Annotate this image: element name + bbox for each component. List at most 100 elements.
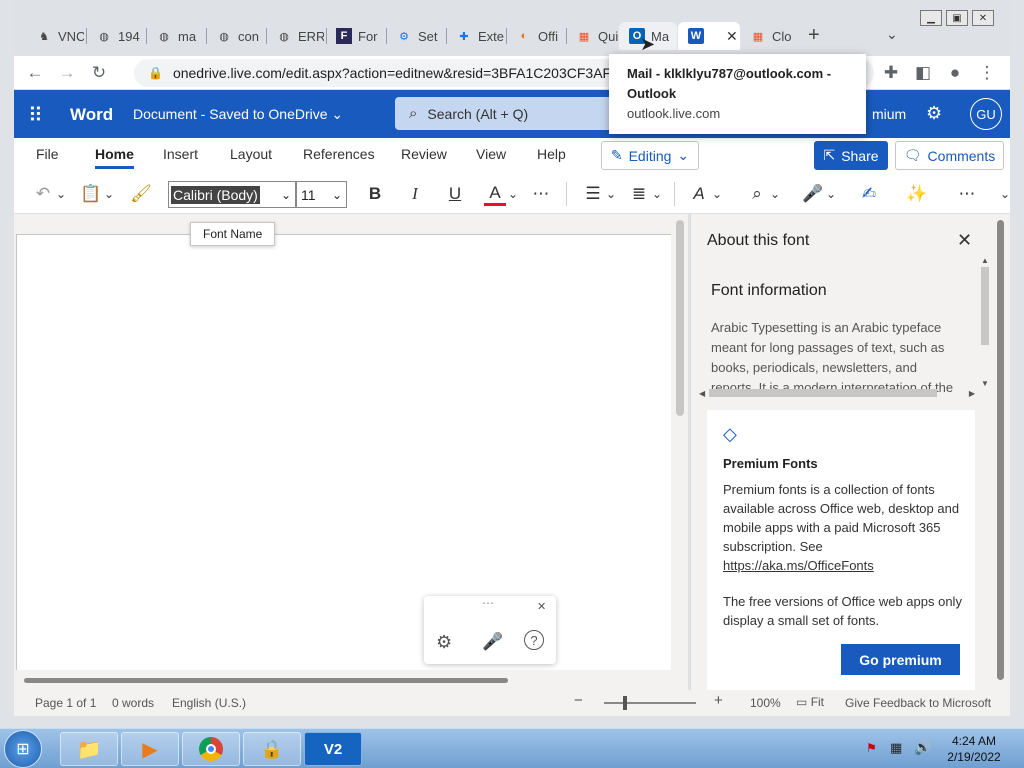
format-painter-icon[interactable]: 🖌 [130, 182, 152, 206]
comments-button[interactable]: 🗨 Comments [895, 141, 1004, 170]
tab-insert[interactable]: Insert [163, 146, 198, 162]
new-tab-button[interactable]: + [808, 24, 820, 47]
browser-tab[interactable]: ▦ Clo [740, 22, 798, 50]
bold-icon[interactable]: B [364, 182, 386, 206]
drag-handle-icon[interactable]: ⋯ [482, 596, 494, 610]
tab-home[interactable]: Home [95, 146, 134, 169]
search-input[interactable]: ⌕ Search (Alt + Q) [395, 97, 625, 130]
maximize-icon[interactable]: ▣ [946, 10, 968, 26]
bullets-icon[interactable]: ☰ [582, 182, 604, 206]
tab-references[interactable]: References [303, 146, 375, 162]
app-launcher-icon[interactable]: ⠿ [28, 103, 43, 128]
designer-icon[interactable]: ✨ [906, 182, 928, 206]
pane-horizontal-scrollbar[interactable]: ◀ ▶ [699, 388, 975, 398]
browser-tab[interactable]: ♞ VNC [26, 22, 84, 50]
profile-icon[interactable]: ● [944, 62, 966, 84]
system-clock[interactable]: 4:24 AM 2/19/2022 [944, 733, 1004, 765]
browser-tab[interactable]: ◍ ERR [266, 22, 324, 50]
tab-help[interactable]: Help [537, 146, 566, 162]
reload-icon[interactable]: ↻ [88, 62, 110, 84]
underline-icon[interactable]: U [444, 182, 466, 206]
browser-tab[interactable]: ⚙ Set [386, 22, 444, 50]
document-page[interactable] [16, 234, 671, 670]
tab-file[interactable]: File [36, 146, 59, 162]
fit-button[interactable]: ▭ Fit [796, 695, 824, 709]
pane-scrollbar[interactable] [997, 220, 1004, 680]
extensions-icon[interactable]: ✚ [880, 62, 902, 84]
scroll-thumb[interactable] [981, 267, 989, 345]
browser-tab[interactable]: ◍ ma [146, 22, 204, 50]
side-panel-icon[interactable]: ◧ [912, 62, 934, 84]
browser-tab[interactable]: ✚ Exte [446, 22, 504, 50]
tab-review[interactable]: Review [401, 146, 447, 162]
browser-tab[interactable]: F For [326, 22, 384, 50]
premium-label[interactable]: mium [872, 106, 906, 122]
zoom-slider[interactable] [604, 702, 696, 704]
document-title[interactable]: Document - Saved to OneDrive ⌄ [133, 106, 343, 123]
browser-tab[interactable]: ◍ 194 [86, 22, 144, 50]
close-pane-icon[interactable]: ✕ [957, 230, 972, 251]
undo-icon[interactable]: ↶ [32, 182, 54, 206]
tab-view[interactable]: View [476, 146, 506, 162]
tab-layout[interactable]: Layout [230, 146, 272, 162]
media-player-taskbar-icon[interactable]: ▶ [121, 732, 179, 766]
scroll-up-icon[interactable]: ▲ [981, 256, 989, 265]
align-icon[interactable]: ≣ [628, 182, 650, 206]
font-name-combobox[interactable]: Calibri (Body) ⌄ [168, 181, 296, 208]
back-icon[interactable]: ← [24, 62, 46, 84]
scroll-left-icon[interactable]: ◀ [699, 389, 705, 398]
vnc-taskbar-icon[interactable]: V2 [304, 732, 362, 766]
go-premium-button[interactable]: Go premium [841, 644, 960, 675]
settings-gear-icon[interactable]: ⚙ [436, 632, 452, 653]
chevron-down-icon[interactable]: ⌄ [650, 182, 664, 206]
close-icon[interactable]: ✕ [726, 28, 738, 45]
app-name[interactable]: Word [70, 105, 113, 125]
styles-icon[interactable]: A [688, 182, 710, 206]
chevron-down-icon[interactable]: ⌄ [998, 182, 1012, 206]
start-button[interactable]: ⊞ [4, 730, 42, 768]
pane-inner-scrollbar[interactable]: ▲ ▼ [981, 256, 989, 396]
office-fonts-link[interactable]: https://aka.ms/OfficeFonts [723, 556, 967, 575]
chevron-down-icon[interactable]: ⌄ [604, 182, 618, 206]
more-options-icon[interactable]: ⋯ [530, 182, 552, 206]
share-button[interactable]: ⇱ Share [814, 141, 888, 170]
volume-icon[interactable]: 🔊 [914, 739, 931, 756]
chrome-taskbar-icon[interactable] [182, 732, 240, 766]
explorer-taskbar-icon[interactable]: 📁 [60, 732, 118, 766]
chevron-down-icon[interactable]: ⌄ [54, 182, 68, 206]
chevron-down-icon[interactable]: ⌄ [506, 182, 520, 206]
help-icon[interactable]: ? [524, 630, 544, 650]
tab-search-chevron-icon[interactable]: ⌄ [886, 26, 898, 43]
browser-tab[interactable]: ◍ con [206, 22, 264, 50]
user-avatar[interactable]: GU [970, 98, 1002, 130]
browser-tab[interactable]: ▦ Qui [566, 22, 624, 50]
more-ribbon-icon[interactable]: ⋯ [956, 182, 978, 206]
zoom-out-icon[interactable]: − [574, 692, 583, 709]
horizontal-scrollbar[interactable] [24, 678, 508, 683]
editing-mode-button[interactable]: ✎ Editing ⌄ [601, 141, 699, 170]
vertical-scrollbar[interactable] [676, 220, 684, 416]
forward-icon[interactable]: → [56, 62, 78, 84]
scroll-right-icon[interactable]: ▶ [969, 389, 975, 398]
italic-icon[interactable]: I [404, 182, 426, 206]
h-scroll-thumb[interactable] [709, 389, 938, 397]
close-icon[interactable]: ✕ [537, 600, 546, 613]
chevron-down-icon[interactable]: ⌄ [768, 182, 782, 206]
minimize-icon[interactable]: ▁ [920, 10, 942, 26]
action-center-icon[interactable]: ▦ [890, 740, 902, 756]
chevron-down-icon[interactable]: ⌄ [102, 182, 116, 206]
font-color-icon[interactable]: A [484, 182, 506, 206]
zoom-level[interactable]: 100% [750, 696, 781, 710]
find-icon[interactable]: ⌕ [746, 182, 768, 206]
zoom-slider-thumb[interactable] [623, 696, 627, 710]
chevron-down-icon[interactable]: ⌄ [710, 182, 724, 206]
menu-kebab-icon[interactable]: ⋮ [976, 62, 998, 84]
editor-icon[interactable]: ✍ [858, 182, 880, 206]
microphone-icon[interactable]: 🎤 [482, 632, 503, 652]
browser-tab-word-active[interactable]: W ✕ [678, 22, 740, 50]
scroll-down-icon[interactable]: ▼ [981, 379, 989, 388]
zoom-in-icon[interactable]: + [714, 692, 723, 709]
clipboard-icon[interactable]: 📋 [80, 182, 102, 206]
browser-tab[interactable]: ◐ Offi [506, 22, 564, 50]
language[interactable]: English (U.S.) [172, 696, 246, 710]
